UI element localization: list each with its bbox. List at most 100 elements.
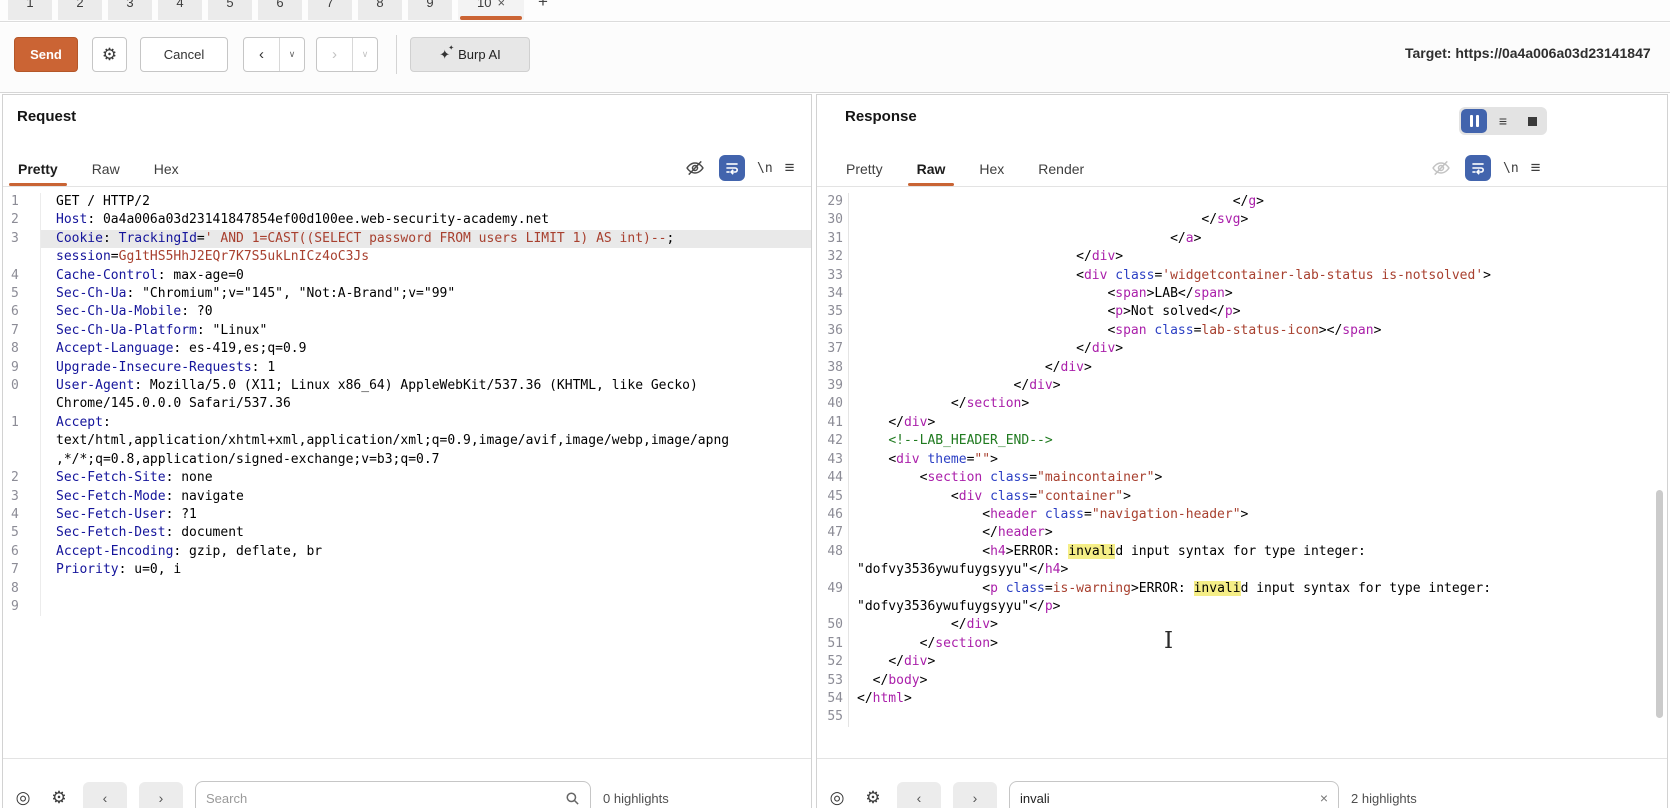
editor-menu-icon[interactable]: ≡ [785, 158, 795, 178]
response-tab-render[interactable]: Render [1025, 151, 1097, 186]
code-line[interactable]: 5Sec-Ch-Ua: "Chromium";v="145", "Not:A-B… [3, 285, 811, 303]
next-match-button[interactable]: › [953, 782, 997, 808]
request-editor[interactable]: 1GET / HTTP/22Host: 0a4a006a03d231418478… [3, 188, 811, 758]
search-target-icon[interactable]: ◎ [825, 788, 849, 808]
code-line[interactable]: 39 </div> [817, 377, 1667, 395]
search-input[interactable] [206, 791, 557, 806]
code-line[interactable]: 46 <header class="navigation-header"> [817, 506, 1667, 524]
search-input[interactable] [1020, 791, 1312, 806]
code-line[interactable]: 44 <section class="maincontainer"> [817, 469, 1667, 487]
previous-match-button[interactable]: ‹ [83, 782, 127, 808]
code-line[interactable]: session=Gg1tHS5HhJ2EQr7K7S5ukLnICz4oC3Js [3, 248, 811, 266]
close-tab-icon[interactable]: × [497, 0, 505, 10]
code-line[interactable]: 9Upgrade-Insecure-Requests: 1 [3, 359, 811, 377]
code-line[interactable]: 6Sec-Ch-Ua-Mobile: ?0 [3, 303, 811, 321]
history-back-dropdown[interactable]: ∨ [280, 38, 304, 71]
code-line[interactable]: 33 <div class='widgetcontainer-lab-statu… [817, 267, 1667, 285]
repeater-tab-2[interactable]: 2 [58, 0, 102, 20]
code-line[interactable]: 7Sec-Ch-Ua-Platform: "Linux" [3, 322, 811, 340]
code-line[interactable]: 1Accept: [3, 414, 811, 432]
cancel-button[interactable]: Cancel [140, 37, 228, 72]
code-line[interactable]: "dofvy3536ywufuygsyyu"</p> [817, 598, 1667, 616]
request-search-field[interactable] [195, 781, 591, 808]
history-back-button[interactable]: ‹ [244, 38, 280, 71]
show-linebreaks-toggle[interactable]: \n [757, 161, 773, 176]
code-line[interactable]: 4Cache-Control: max-age=0 [3, 267, 811, 285]
repeater-tab-4[interactable]: 4 [158, 0, 202, 20]
response-tab-pretty[interactable]: Pretty [833, 151, 896, 186]
history-forward-button[interactable]: › [317, 38, 353, 71]
code-line[interactable]: 48 <h4>ERROR: invalid input syntax for t… [817, 543, 1667, 561]
previous-match-button[interactable]: ‹ [897, 782, 941, 808]
columns-layout-button[interactable] [1461, 109, 1487, 133]
soft-wrap-toggle[interactable] [719, 155, 745, 181]
code-line[interactable]: "dofvy3536ywufuygsyyu"</h4> [817, 561, 1667, 579]
request-settings-button[interactable]: ⚙ [92, 37, 127, 72]
code-line[interactable]: ,*/*;q=0.8,application/signed-exchange;v… [3, 451, 811, 469]
request-tab-raw[interactable]: Raw [79, 151, 133, 186]
code-line[interactable]: 4Sec-Fetch-User: ?1 [3, 506, 811, 524]
single-layout-button[interactable] [1519, 109, 1545, 133]
code-line[interactable]: 7Priority: u=0, i [3, 561, 811, 579]
code-line[interactable]: 52 </div> [817, 653, 1667, 671]
code-line[interactable]: 9 [3, 598, 811, 616]
code-line[interactable]: 37 </div> [817, 340, 1667, 358]
code-line[interactable]: 2Sec-Fetch-Site: none [3, 469, 811, 487]
code-line[interactable]: 8 [3, 580, 811, 598]
code-line[interactable]: 42 <!--LAB_HEADER_END--> [817, 432, 1667, 450]
repeater-tab-6[interactable]: 6 [258, 0, 302, 20]
code-line[interactable]: 8Accept-Language: es-419,es;q=0.9 [3, 340, 811, 358]
burp-ai-button[interactable]: ✦✦ Burp AI [410, 37, 530, 72]
request-tab-hex[interactable]: Hex [141, 151, 192, 186]
code-line[interactable]: 32 </div> [817, 248, 1667, 266]
code-line[interactable]: 0User-Agent: Mozilla/5.0 (X11; Linux x86… [3, 377, 811, 395]
repeater-tab-1[interactable]: 1 [8, 0, 52, 20]
code-line[interactable]: 40 </section> [817, 395, 1667, 413]
show-linebreaks-toggle[interactable]: \n [1503, 161, 1519, 176]
next-match-button[interactable]: › [139, 782, 183, 808]
add-tab-button[interactable]: + [530, 0, 556, 20]
repeater-tab-10[interactable]: 10× [458, 0, 524, 20]
code-line[interactable]: 30 </svg> [817, 211, 1667, 229]
code-line[interactable]: 35 <p>Not solved</p> [817, 303, 1667, 321]
code-line[interactable]: 49 <p class=is-warning>ERROR: invalid in… [817, 580, 1667, 598]
code-line[interactable]: 43 <div theme=""> [817, 451, 1667, 469]
code-line[interactable]: 47 </header> [817, 524, 1667, 542]
code-line[interactable]: 34 <span>LAB</span> [817, 285, 1667, 303]
code-line[interactable]: 2Host: 0a4a006a03d23141847854ef00d100ee.… [3, 211, 811, 229]
response-tab-raw[interactable]: Raw [904, 151, 959, 186]
search-settings-gear-icon[interactable]: ⚙ [47, 788, 71, 808]
code-line[interactable]: 3Sec-Fetch-Mode: navigate [3, 488, 811, 506]
request-tab-pretty[interactable]: Pretty [5, 151, 71, 186]
code-line[interactable]: 31 </a> [817, 230, 1667, 248]
soft-wrap-toggle[interactable] [1465, 155, 1491, 181]
code-line[interactable]: 54</html> [817, 690, 1667, 708]
code-line[interactable]: 29 </g> [817, 193, 1667, 211]
repeater-tab-3[interactable]: 3 [108, 0, 152, 20]
code-line[interactable]: 38 </div> [817, 359, 1667, 377]
send-button[interactable]: Send [14, 37, 78, 72]
code-line[interactable]: Chrome/145.0.0.0 Safari/537.36 [3, 395, 811, 413]
code-line[interactable]: 6Accept-Encoding: gzip, deflate, br [3, 543, 811, 561]
search-settings-gear-icon[interactable]: ⚙ [861, 788, 885, 808]
response-search-field[interactable]: × [1009, 781, 1339, 808]
code-line[interactable]: 5Sec-Fetch-Dest: document [3, 524, 811, 542]
hide-nonprintable-icon[interactable] [1429, 156, 1453, 180]
code-line[interactable]: 45 <div class="container"> [817, 488, 1667, 506]
hide-nonprintable-icon[interactable] [683, 156, 707, 180]
code-line[interactable]: text/html,application/xhtml+xml,applicat… [3, 432, 811, 450]
search-target-icon[interactable]: ◎ [11, 788, 35, 808]
code-line[interactable]: 36 <span class=lab-status-icon></span> [817, 322, 1667, 340]
code-line[interactable]: 53 </body> [817, 672, 1667, 690]
code-line[interactable]: 51 </section> [817, 635, 1667, 653]
response-editor[interactable]: 29 </g>30 </svg>31 </a>32 </div>33 [817, 188, 1667, 758]
editor-menu-icon[interactable]: ≡ [1531, 158, 1541, 178]
rows-layout-button[interactable]: ≡ [1490, 109, 1516, 133]
repeater-tab-9[interactable]: 9 [408, 0, 452, 20]
code-line[interactable]: 50 </div> [817, 616, 1667, 634]
response-scrollbar-thumb[interactable] [1656, 490, 1663, 718]
repeater-tab-5[interactable]: 5 [208, 0, 252, 20]
repeater-tab-8[interactable]: 8 [358, 0, 402, 20]
response-tab-hex[interactable]: Hex [966, 151, 1017, 186]
code-line[interactable]: 3Cookie: TrackingId=' AND 1=CAST((SELECT… [3, 230, 811, 248]
